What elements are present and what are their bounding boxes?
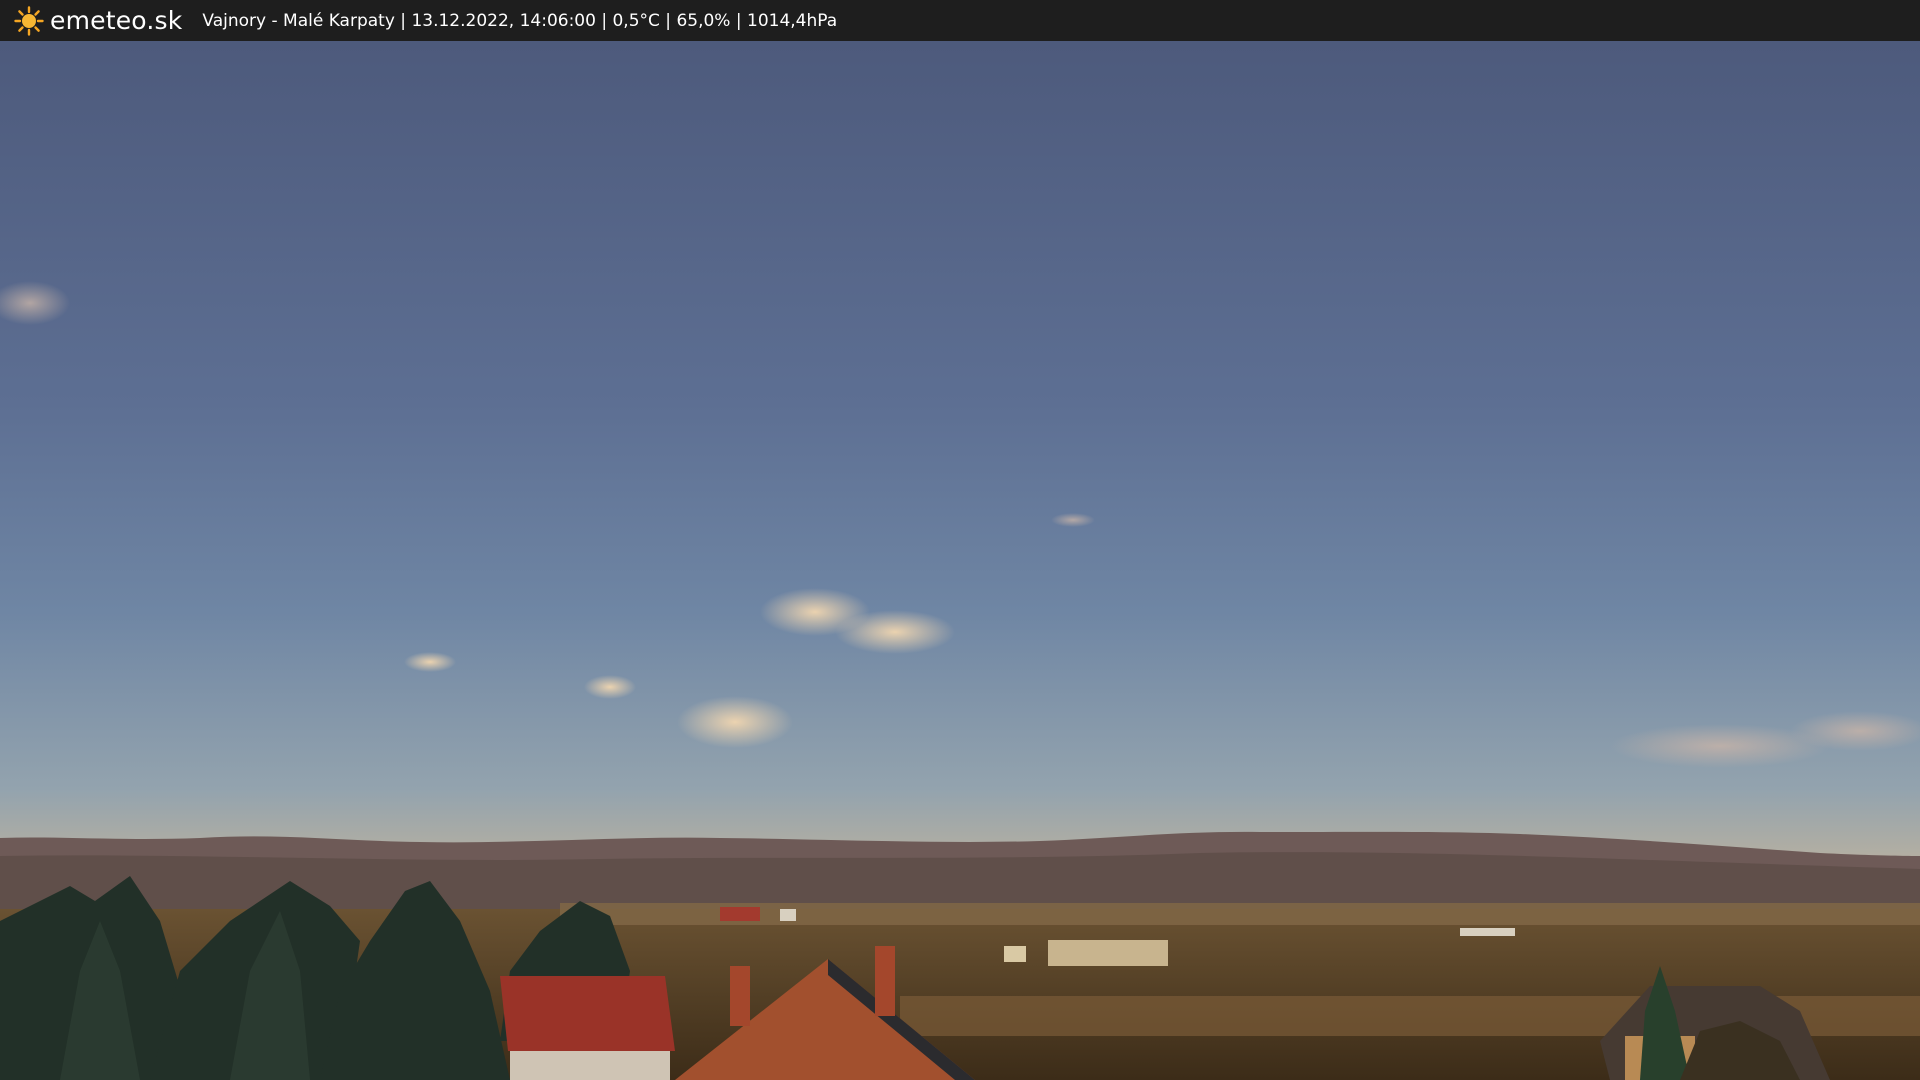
separator: | xyxy=(601,10,608,31)
brand-logo[interactable]: emeteo.sk xyxy=(14,5,183,36)
separator: | xyxy=(400,10,407,31)
webcam-caption: Vajnory - Malé Karpaty | 13.12.2022, 14:… xyxy=(202,11,837,31)
timestamp: 13.12.2022, 14:06:00 xyxy=(411,10,596,31)
webcam-image xyxy=(0,41,1920,1080)
cloud xyxy=(677,696,793,748)
location-label: Vajnory - Malé Karpaty xyxy=(202,10,395,31)
tree-line xyxy=(560,903,1920,925)
building xyxy=(1460,928,1515,936)
humidity-value: 65,0% xyxy=(676,10,731,31)
wall xyxy=(510,1051,670,1080)
building xyxy=(780,909,796,921)
info-bar: emeteo.sk Vajnory - Malé Karpaty | 13.12… xyxy=(0,0,1920,41)
building xyxy=(1048,940,1168,966)
separator: | xyxy=(665,10,672,31)
cloud xyxy=(404,652,456,672)
chimney xyxy=(875,946,895,1016)
pressure-value: 1014,4hPa xyxy=(747,10,838,31)
cloud xyxy=(1051,513,1095,527)
building xyxy=(720,907,760,921)
webcam-frame: emeteo.sk Vajnory - Malé Karpaty | 13.12… xyxy=(0,0,1920,1080)
cloud xyxy=(835,610,955,654)
temperature-value: 0,5°C xyxy=(612,10,660,31)
sun-icon xyxy=(14,5,44,36)
brand-name: emeteo.sk xyxy=(50,6,183,35)
roof xyxy=(500,976,675,1051)
cloud xyxy=(584,675,636,699)
chimney xyxy=(730,966,750,1026)
separator: | xyxy=(735,10,742,31)
building xyxy=(1004,946,1026,962)
